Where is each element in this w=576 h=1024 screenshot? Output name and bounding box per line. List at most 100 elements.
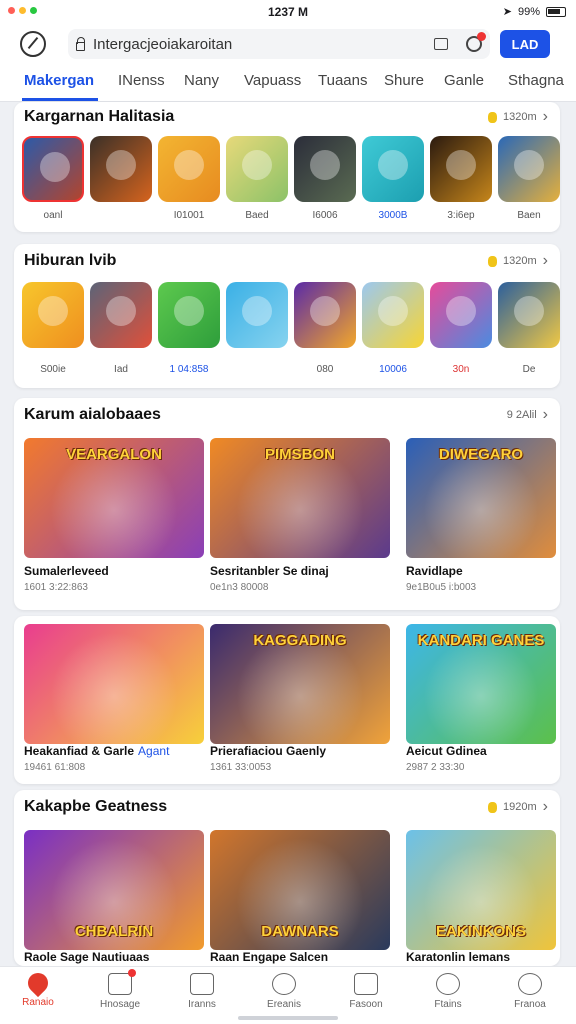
game-tag: Agant	[138, 744, 170, 758]
section-meta[interactable]: 1320m ›	[488, 108, 548, 126]
game-title[interactable]: Sesritanbler Se dinaj	[210, 564, 329, 578]
chat-icon	[436, 973, 460, 995]
nav-label: Franoa	[514, 999, 546, 1010]
nav-item[interactable]: Ereanis	[254, 973, 314, 1010]
profile-icon	[518, 973, 542, 995]
nav-label: Hnosage	[99, 999, 141, 1010]
game-subtitle: 0e1n3 80008	[210, 582, 269, 593]
game-title[interactable]: Ravidlape	[406, 564, 463, 578]
app-label: 3:i6ep	[447, 210, 475, 221]
app-art	[242, 296, 272, 326]
app-icon[interactable]	[294, 282, 356, 348]
game-title-text: Prierafiaciou Gaenly	[210, 744, 327, 758]
tab-5[interactable]: Shure	[384, 72, 424, 89]
section-meta[interactable]: 9 2Alil ›	[507, 406, 548, 424]
app-icon[interactable]	[498, 282, 560, 348]
app-art	[106, 296, 136, 326]
tabs-icon[interactable]	[434, 38, 448, 50]
app-icon[interactable]	[158, 136, 220, 202]
game-thumbnail[interactable]: DAWNARS	[210, 830, 390, 950]
app-label: De	[522, 364, 536, 375]
section-count: 1920m	[503, 801, 537, 813]
game-thumbnail[interactable]	[24, 624, 204, 744]
nav-label: Iranns	[188, 999, 216, 1010]
tab-7[interactable]: Sthagna	[508, 72, 564, 89]
refresh-icon[interactable]	[466, 32, 486, 52]
compass-icon[interactable]	[20, 31, 46, 57]
nav-label: Fasoon	[349, 999, 383, 1010]
game-subtitle: 1601 3:22:863	[24, 582, 88, 593]
app-icon[interactable]	[430, 136, 492, 202]
app-icon[interactable]	[294, 136, 356, 202]
app-icon[interactable]	[22, 136, 84, 202]
home-indicator	[238, 1016, 338, 1020]
tab-4[interactable]: Tuaans	[318, 72, 367, 89]
game-title[interactable]: Aeicut Gdinea	[406, 744, 487, 758]
nav-label: Ranaio	[22, 997, 54, 1008]
notification-dot	[477, 32, 486, 41]
tab-2[interactable]: Nany	[184, 72, 219, 89]
game-thumbnail[interactable]: VEARGALON	[24, 438, 204, 558]
status-bar: 1237 M ➤ 99%	[0, 0, 576, 24]
game-title-text: Aeicut Gdinea	[406, 744, 487, 758]
coin-icon	[488, 801, 498, 813]
battery-level: 99%	[517, 5, 540, 18]
status-time: 1237 M	[267, 5, 309, 19]
app-icon[interactable]	[158, 282, 220, 348]
game-title[interactable]: Raole Sage Nautiuaas	[24, 950, 149, 964]
app-icon[interactable]	[362, 282, 424, 348]
app-label: oanl	[43, 210, 63, 221]
game-title[interactable]: Sumalerleveed	[24, 564, 109, 578]
game-grid-card-3: Kakapbe Geatness 1920m › CHBALRIN Raole S…	[14, 790, 560, 966]
game-title[interactable]: Heakanfiad & Garle Agant	[24, 744, 169, 758]
app-art	[242, 150, 272, 180]
app-icon[interactable]	[22, 282, 84, 348]
game-thumbnail[interactable]: KAGGADING	[210, 624, 390, 744]
tab-3[interactable]: Vapuass	[244, 72, 301, 89]
nav-item[interactable]: Franoa	[500, 973, 560, 1010]
app-label: Baed	[245, 210, 269, 221]
section-meta[interactable]: 1320m ›	[488, 252, 548, 270]
address-text[interactable]: Intergacjeoiakaroitan	[93, 36, 434, 53]
nav-item[interactable]: Ftains	[418, 973, 478, 1010]
tab-1[interactable]: INenss	[118, 72, 165, 89]
nav-item[interactable]: Fasoon	[336, 973, 396, 1010]
login-button[interactable]: LAD	[500, 30, 550, 58]
app-icon[interactable]	[498, 136, 560, 202]
game-subtitle: 19461 61:808	[24, 762, 86, 773]
game-thumbnail[interactable]: CHBALRIN	[24, 830, 204, 950]
app-icon[interactable]	[90, 282, 152, 348]
chevron-right-icon: ›	[542, 108, 548, 125]
app-art	[514, 296, 544, 326]
tab-6[interactable]: Ganle	[444, 72, 484, 89]
game-thumbnail[interactable]: PIMSBON	[210, 438, 390, 558]
game-grid-card-2: Heakanfiad & Garle Agant 19461 61:808 KAGGA…	[14, 616, 560, 784]
app-icon[interactable]	[362, 136, 424, 202]
game-title-text: Raole Sage Nautiuaas	[24, 950, 150, 964]
nav-item[interactable]: Hnosage	[90, 969, 150, 1010]
app-icon[interactable]	[430, 282, 492, 348]
game-banner: VEARGALON	[66, 446, 162, 463]
nav-item[interactable]: Ranaio	[8, 968, 68, 1008]
mail-icon	[190, 973, 214, 995]
app-icon[interactable]	[226, 136, 288, 202]
badge-dot	[128, 969, 136, 977]
tab-0[interactable]: Makergan	[24, 72, 94, 89]
section-meta[interactable]: 1920m ›	[488, 798, 548, 816]
nav-item[interactable]: Iranns	[172, 973, 232, 1010]
game-title[interactable]: Karatonlin lemans	[406, 950, 510, 964]
lock-icon	[76, 36, 85, 51]
status-icons: ➤ 99%	[503, 5, 566, 18]
app-icon[interactable]	[90, 136, 152, 202]
app-label: Iad	[114, 364, 128, 375]
app-art	[106, 150, 136, 180]
address-bar[interactable]: Intergacjeoiakaroitan	[68, 29, 490, 59]
app-art	[378, 150, 408, 180]
section-count: 1320m	[503, 111, 537, 123]
game-thumbnail[interactable]: KANDARI GANES	[406, 624, 556, 744]
game-title[interactable]: Raan Engape Salcen	[210, 950, 328, 964]
game-thumbnail[interactable]: DIWEGARO	[406, 438, 556, 558]
app-icon[interactable]	[226, 282, 288, 348]
game-title[interactable]: Prierafiaciou Gaenly	[210, 744, 326, 758]
game-thumbnail[interactable]: EAKINKONS	[406, 830, 556, 950]
